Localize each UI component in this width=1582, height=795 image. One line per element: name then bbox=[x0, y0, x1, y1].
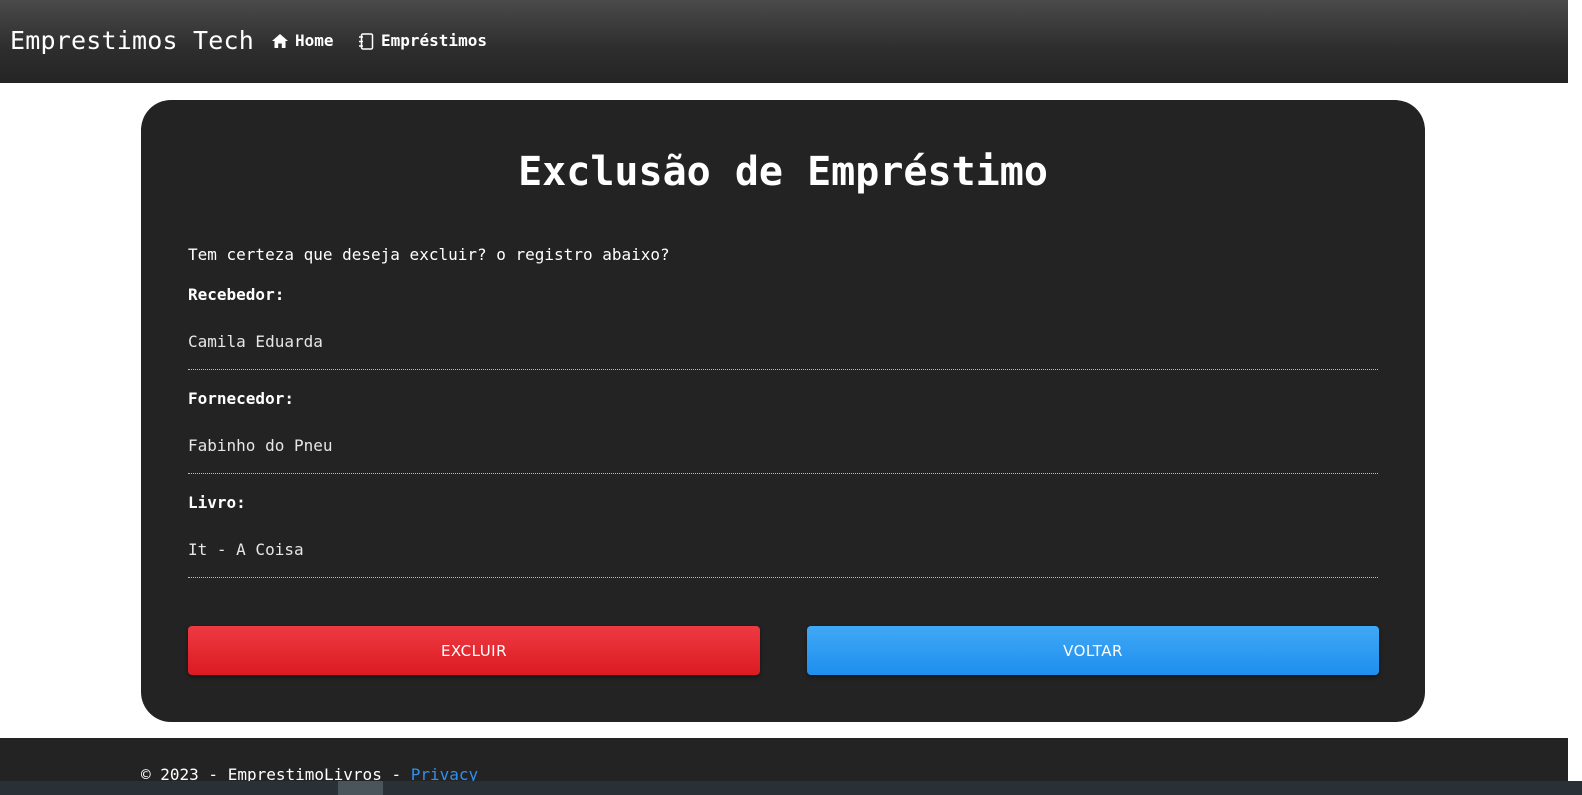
nav-link-home[interactable]: Home bbox=[272, 30, 334, 52]
horizontal-scrollbar[interactable] bbox=[0, 781, 1582, 795]
field-divider bbox=[188, 577, 1378, 578]
nav-link-emprestimos-label: Empréstimos bbox=[381, 31, 487, 50]
field-value-recebedor: Camila Eduarda bbox=[188, 332, 323, 351]
brand-link[interactable]: Emprestimos Tech bbox=[10, 24, 254, 58]
field-label-fornecedor: Fornecedor: bbox=[188, 389, 294, 408]
nav-link-home-label: Home bbox=[295, 31, 334, 50]
field-divider bbox=[188, 369, 1378, 370]
field-value-livro: It - A Coisa bbox=[188, 540, 304, 559]
back-button[interactable]: VOLTAR bbox=[807, 626, 1379, 675]
field-label-recebedor: Recebedor: bbox=[188, 285, 285, 304]
delete-loan-card: Exclusão de Empréstimo Tem certeza que d… bbox=[141, 100, 1425, 722]
field-divider bbox=[188, 473, 1378, 474]
scrollbar-thumb[interactable] bbox=[338, 781, 383, 795]
nav-link-emprestimos[interactable]: Empréstimos bbox=[358, 30, 487, 52]
confirm-question: Tem certeza que deseja excluir? o regist… bbox=[188, 245, 670, 264]
field-value-fornecedor: Fabinho do Pneu bbox=[188, 436, 333, 455]
page-title: Exclusão de Empréstimo bbox=[518, 149, 1048, 195]
home-icon bbox=[272, 34, 288, 48]
field-label-livro: Livro: bbox=[188, 493, 246, 512]
delete-button[interactable]: EXCLUIR bbox=[188, 626, 760, 675]
page-edge bbox=[1568, 0, 1582, 795]
navbar: Emprestimos Tech Home Empréstimos bbox=[0, 0, 1568, 83]
book-icon bbox=[358, 32, 374, 50]
